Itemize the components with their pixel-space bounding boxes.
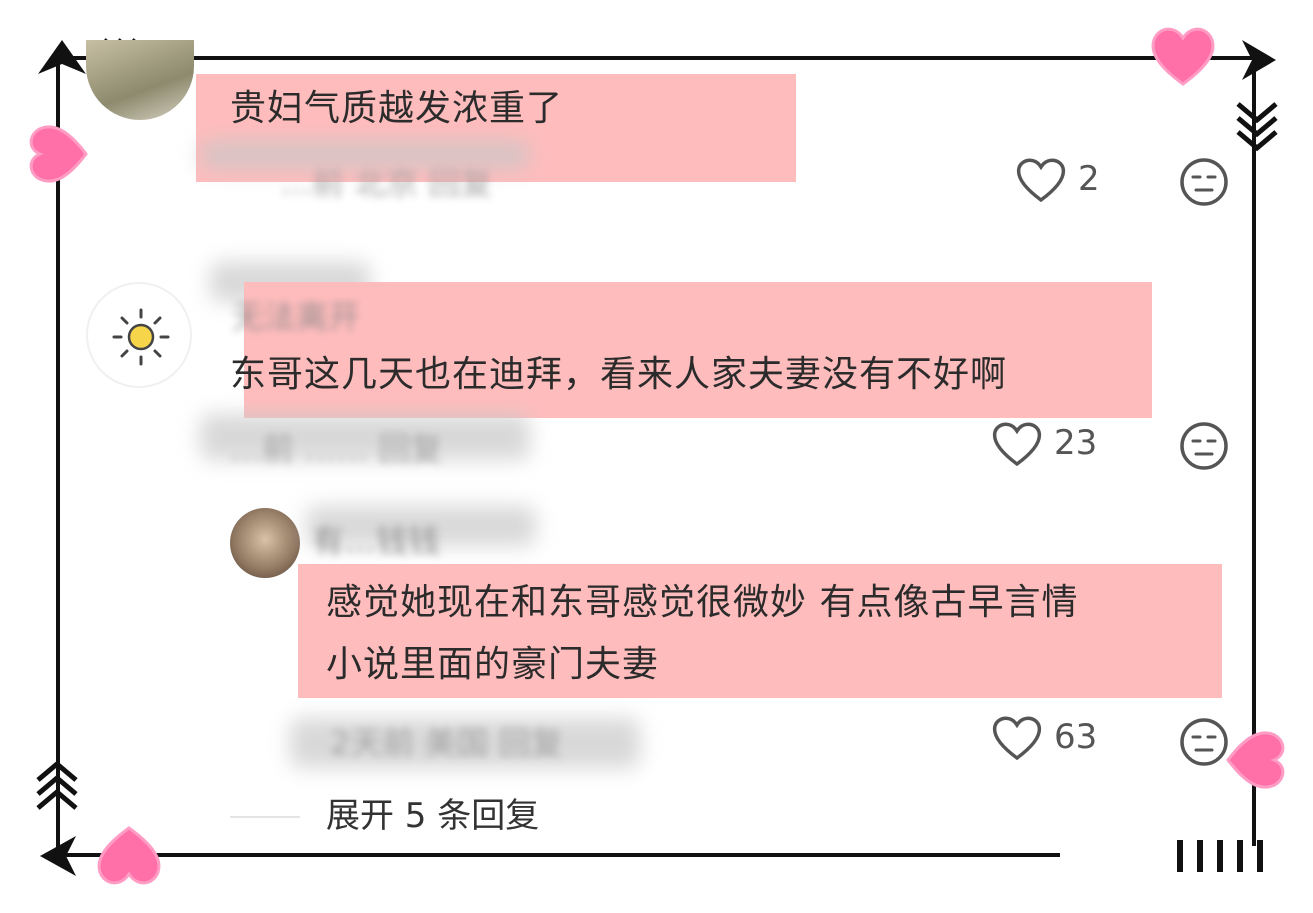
reply-meta: 2天前 美国 回复 bbox=[330, 724, 563, 762]
sun-icon bbox=[112, 308, 170, 366]
heart-decoration-left-icon bbox=[29, 125, 88, 183]
comment-text: 东哥这几天也在迪拜，看来人家夫妻没有不好啊 bbox=[230, 354, 1008, 395]
dislike-face-icon[interactable] bbox=[1178, 716, 1230, 768]
like-count: 23 bbox=[1054, 423, 1098, 463]
heart-outline-icon bbox=[1016, 158, 1066, 203]
expand-replies-button[interactable]: 展开 5 条回复 bbox=[326, 788, 539, 837]
heart-outline-icon bbox=[992, 716, 1042, 761]
frame-bottom-line bbox=[60, 853, 1060, 857]
like-count: 2 bbox=[1078, 159, 1100, 199]
dislike-face-icon[interactable] bbox=[1178, 156, 1230, 208]
like-count: 63 bbox=[1054, 717, 1098, 757]
arrow-fletching-right-icon bbox=[1236, 102, 1278, 152]
reply-text-line1: 感觉她现在和东哥感觉很微妙 有点像古早言情 bbox=[326, 582, 1079, 623]
redaction-blur bbox=[200, 140, 530, 170]
like-button[interactable]: 2 bbox=[1014, 154, 1100, 204]
arrow-fletching-bottom-right-icon bbox=[1177, 840, 1263, 872]
comment-text: 贵妇气质越发浓重了 bbox=[230, 88, 564, 129]
heart-decoration-bottom-left-icon bbox=[97, 826, 161, 885]
avatar[interactable] bbox=[230, 508, 300, 578]
comment-username[interactable]: 无法离开 bbox=[232, 292, 360, 338]
reply-text-line2: 小说里面的豪门夫妻 bbox=[326, 644, 660, 685]
arrow-fletching-left-icon bbox=[36, 760, 78, 810]
arrow-decoration-bottom-left-icon bbox=[40, 836, 76, 876]
dislike-face-icon[interactable] bbox=[1178, 420, 1230, 472]
avatar[interactable] bbox=[86, 40, 194, 120]
arrow-decoration-top-right-icon bbox=[1242, 40, 1276, 80]
heart-decoration-right-icon bbox=[1226, 731, 1285, 789]
reply-username[interactable]: 有…钱钱 bbox=[312, 516, 440, 562]
avatar[interactable] bbox=[86, 282, 192, 388]
heart-outline-icon bbox=[992, 422, 1042, 467]
arrow-decoration-top-left-icon bbox=[38, 40, 86, 74]
comment-meta: …前 …… 回复 bbox=[230, 430, 443, 468]
like-button[interactable]: 23 bbox=[990, 418, 1097, 468]
frame-top-line bbox=[60, 56, 1256, 60]
expand-divider bbox=[230, 816, 300, 818]
like-button[interactable]: 63 bbox=[990, 712, 1097, 762]
heart-decoration-top-right-icon bbox=[1151, 27, 1215, 86]
